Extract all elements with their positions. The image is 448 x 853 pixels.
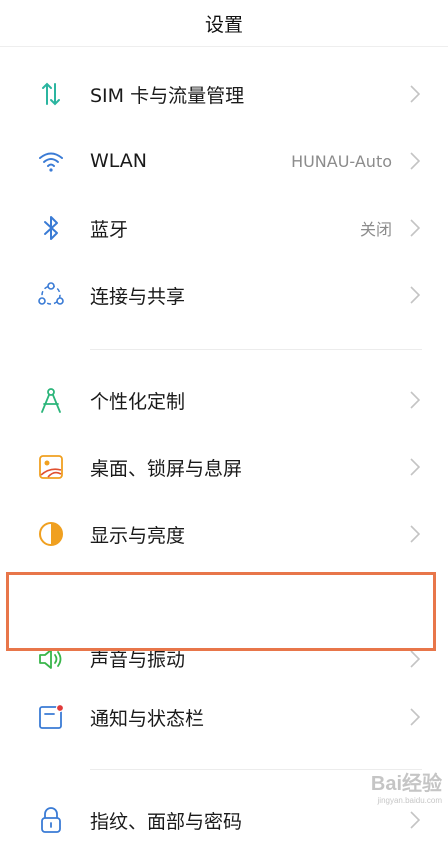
wlan-network-name: HUNAU-Auto xyxy=(291,151,392,171)
watermark: Bai经验 jingyan.baidu.com xyxy=(371,767,442,805)
settings-item-label: 蓝牙 xyxy=(90,218,129,241)
section-divider xyxy=(90,349,422,350)
chevron-right-icon xyxy=(408,707,422,727)
bluetooth-status: 关闭 xyxy=(359,220,392,239)
settings-item-label: 指纹、面部与密码 xyxy=(90,810,243,833)
settings-item-display-brightness[interactable]: 显示与亮度 xyxy=(0,501,448,567)
chevron-right-icon xyxy=(408,810,422,830)
settings-item-connection-sharing[interactable]: 连接与共享 xyxy=(0,262,448,328)
page-title-text: 设置 xyxy=(204,13,243,36)
settings-item-wallpaper-lockscreen[interactable]: 桌面、锁屏与息屏 xyxy=(0,434,448,500)
highlight-box xyxy=(6,572,436,651)
settings-item-label: WLAN xyxy=(90,150,148,172)
wifi-icon xyxy=(34,144,68,178)
chevron-right-icon xyxy=(408,285,422,305)
sim-data-icon xyxy=(34,77,68,111)
chevron-right-icon xyxy=(408,649,422,669)
watermark-suffix: 经验 xyxy=(402,773,442,795)
settings-item-label: 显示与亮度 xyxy=(90,524,186,547)
watermark-url: jingyan.baidu.com xyxy=(377,796,442,805)
notification-icon xyxy=(34,700,68,734)
settings-item-label: SIM 卡与流量管理 xyxy=(90,84,245,107)
settings-item-sim[interactable]: SIM 卡与流量管理 xyxy=(0,61,448,127)
chevron-right-icon xyxy=(408,524,422,544)
chevron-right-icon xyxy=(408,151,422,171)
settings-item-label: 桌面、锁屏与息屏 xyxy=(90,457,243,480)
settings-item-label: 连接与共享 xyxy=(90,285,186,308)
settings-item-bluetooth[interactable]: 蓝牙 关闭 xyxy=(0,195,448,261)
chevron-right-icon xyxy=(408,84,422,104)
settings-item-label: 通知与状态栏 xyxy=(90,707,205,730)
personalize-icon xyxy=(34,383,68,417)
settings-item-label: 个性化定制 xyxy=(90,390,186,413)
chevron-right-icon xyxy=(408,390,422,410)
settings-item-notification-statusbar[interactable]: 通知与状态栏 xyxy=(0,684,448,750)
settings-item-wlan[interactable]: WLAN HUNAU-Auto xyxy=(0,128,448,194)
chevron-right-icon xyxy=(408,457,422,477)
chevron-right-icon xyxy=(408,218,422,238)
lock-icon xyxy=(34,803,68,837)
display-icon xyxy=(34,517,68,551)
settings-item-personalize[interactable]: 个性化定制 xyxy=(0,367,448,433)
bluetooth-icon xyxy=(34,211,68,245)
watermark-text: Bai xyxy=(370,773,402,795)
wallpaper-icon xyxy=(34,450,68,484)
share-icon xyxy=(34,278,68,312)
page-title: 设置 xyxy=(0,0,448,47)
